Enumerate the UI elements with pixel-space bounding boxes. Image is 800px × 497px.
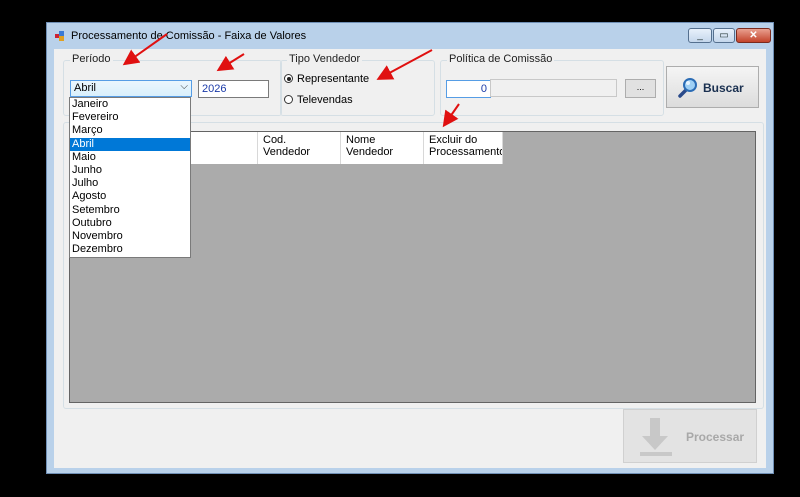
arrow-politica-annotation bbox=[442, 103, 460, 128]
annotation-arrows bbox=[122, 33, 460, 128]
arrow-month-annotation bbox=[122, 33, 168, 66]
arrow-tipo-annotation bbox=[376, 49, 433, 80]
arrow-year-annotation bbox=[216, 53, 245, 72]
